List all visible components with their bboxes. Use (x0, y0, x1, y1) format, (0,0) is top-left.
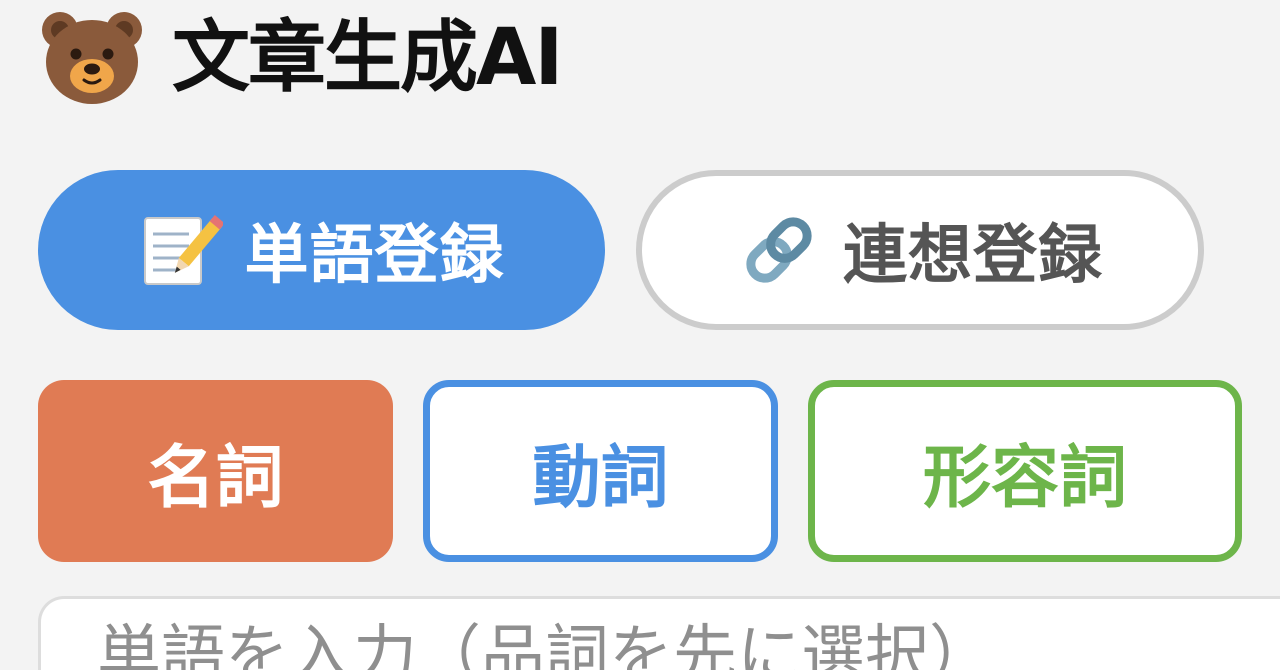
pos-adjective-button[interactable]: 形容詞 (808, 380, 1242, 562)
pos-noun-button[interactable]: 名詞 (38, 380, 393, 562)
tab-association-registration[interactable]: 連想登録 (636, 170, 1204, 330)
tab-association-registration-label: 連想登録 (843, 219, 1103, 293)
tab-word-registration-label: 単語登録 (244, 219, 505, 293)
bear-face-icon (42, 12, 142, 104)
pos-verb-button[interactable]: 動詞 (423, 380, 778, 562)
tab-word-registration[interactable]: 単語登録 (38, 170, 605, 330)
link-icon (746, 217, 812, 283)
memo-pencil-icon (143, 215, 223, 285)
app-header: 文章生成AI (40, 4, 563, 112)
app-page: 文章生成AI 単語登録 連想登録 名詞 動詞 形容詞 (0, 0, 1280, 670)
app-title: 文章生成AI (172, 13, 563, 103)
word-input[interactable] (38, 596, 1280, 670)
